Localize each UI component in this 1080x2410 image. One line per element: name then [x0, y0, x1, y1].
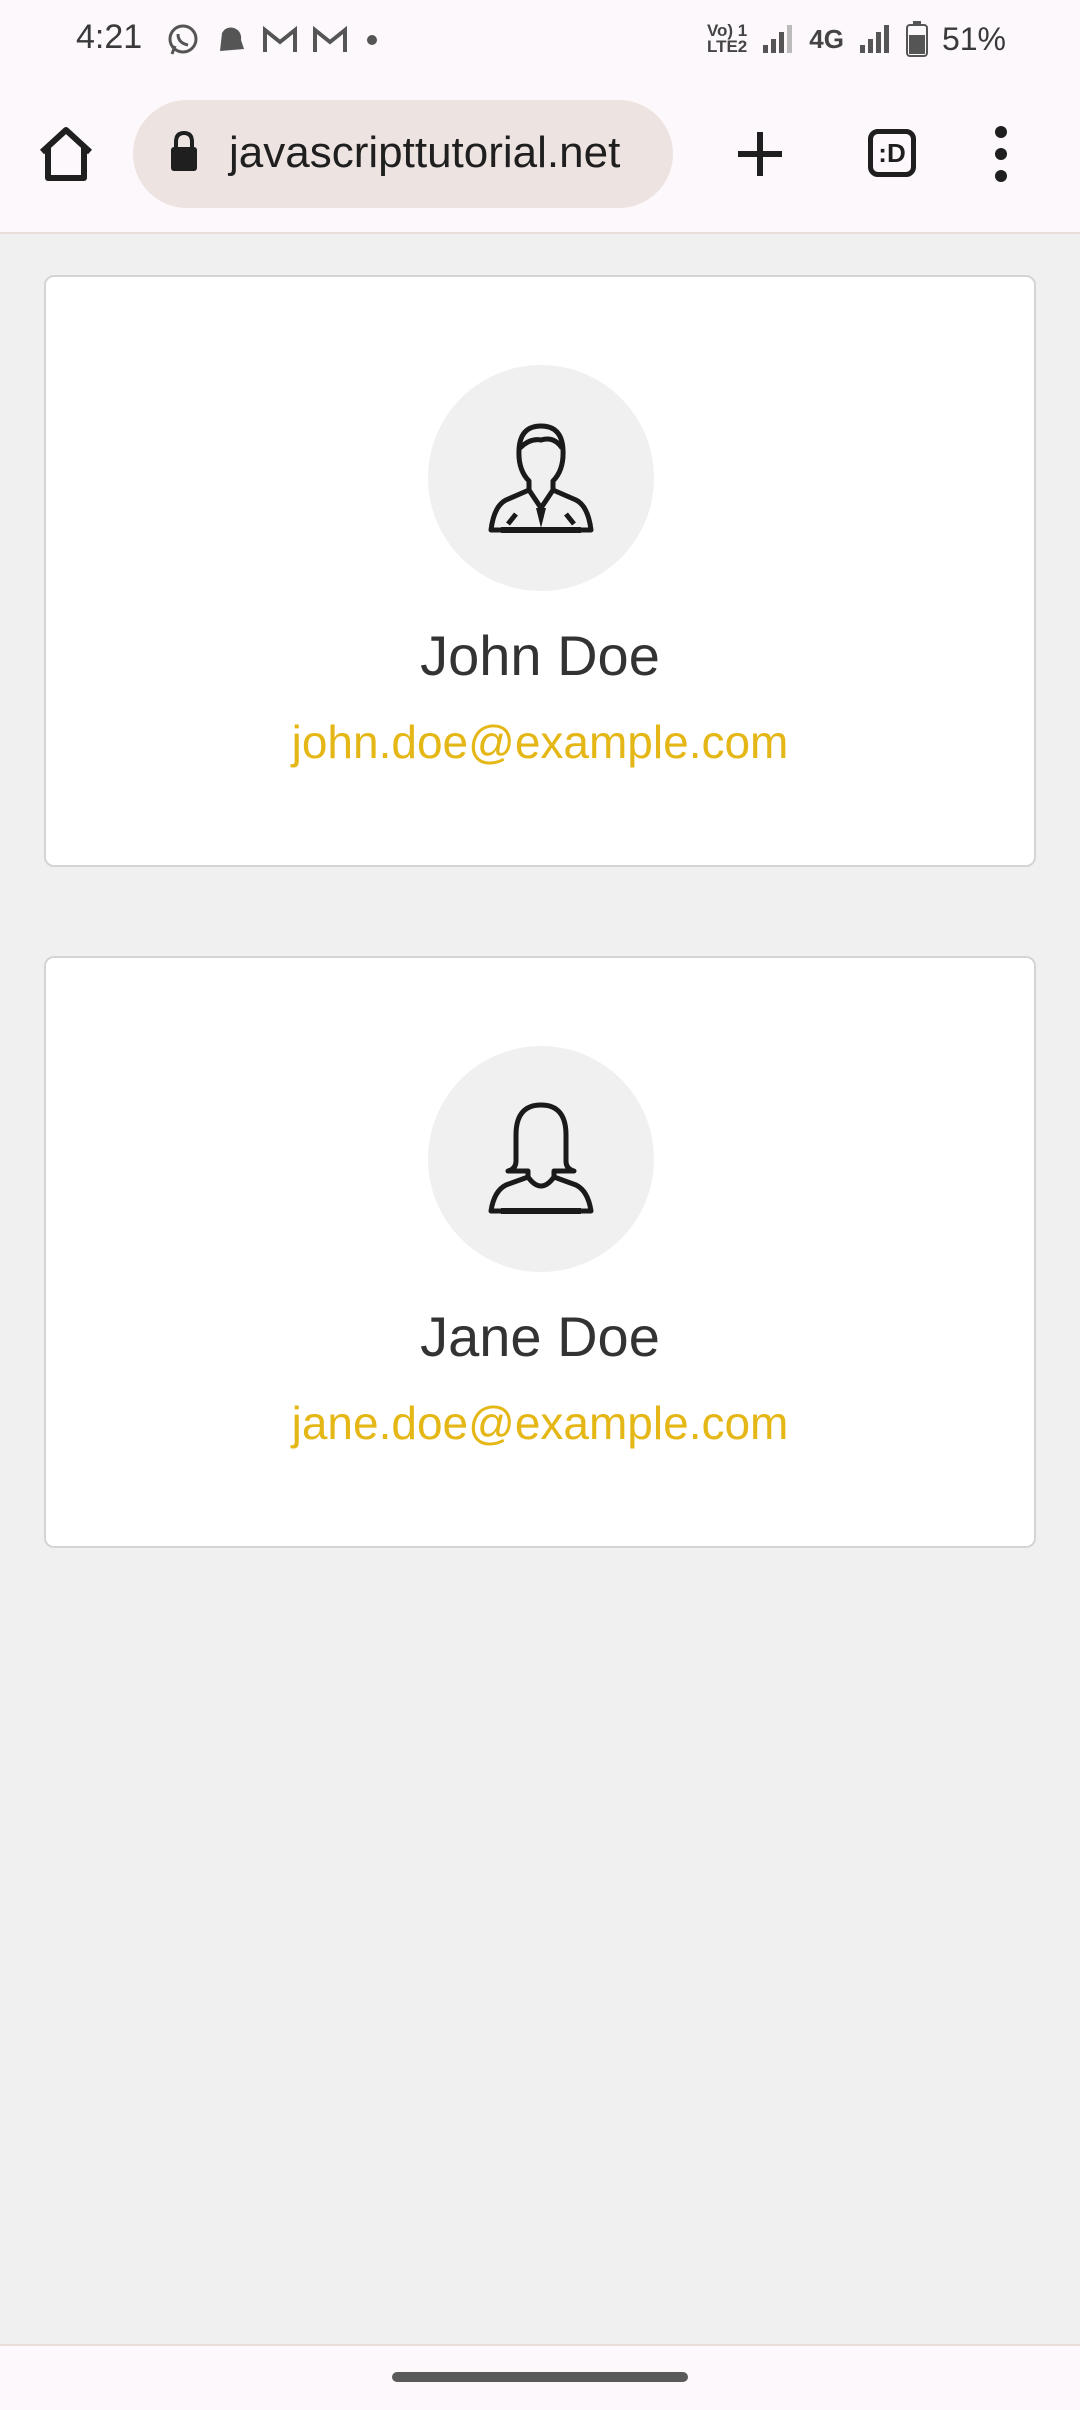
navigation-bar — [0, 2344, 1080, 2410]
gmail-icon — [263, 25, 297, 52]
notification-icons — [166, 20, 382, 60]
system-icons: Vo) 1 LTE2 4G 51% — [707, 18, 1006, 60]
lock-icon[interactable] — [169, 130, 199, 172]
home-icon[interactable] — [36, 124, 96, 184]
notification-icon — [220, 27, 244, 51]
signal-icon — [763, 25, 793, 53]
contact-card: John Doe john.doe@example.com — [44, 275, 1036, 867]
dot-icon — [367, 35, 377, 45]
avatar — [428, 365, 654, 591]
contact-card: Jane Doe jane.doe@example.com — [44, 956, 1036, 1548]
female-user-icon — [488, 1102, 594, 1214]
tab-switcher-button[interactable]: :D — [868, 129, 916, 177]
male-user-icon — [488, 423, 594, 533]
browser-toolbar: javascripttutorial.net :D — [0, 78, 1080, 234]
more-vert-icon[interactable] — [986, 124, 1016, 184]
address-bar[interactable]: javascripttutorial.net — [133, 100, 673, 208]
url-text[interactable]: javascripttutorial.net — [229, 128, 620, 178]
home-gesture-handle[interactable] — [392, 2372, 688, 2382]
network-type: 4G — [809, 23, 844, 54]
contact-email[interactable]: jane.doe@example.com — [46, 1396, 1034, 1450]
avatar — [428, 1046, 654, 1272]
plus-icon[interactable] — [734, 128, 786, 180]
signal-icon — [859, 25, 889, 53]
status-time: 4:21 — [76, 18, 143, 56]
volte-line2: LTE2 — [706, 37, 748, 56]
battery-percent: 51% — [941, 20, 1006, 57]
gmail-icon — [313, 25, 347, 52]
tab-switcher-label: :D — [878, 137, 906, 168]
volte-indicator: Vo) 1 LTE2 — [706, 22, 748, 56]
status-bar: 4:21 Vo) 1 LTE2 4G 51% — [0, 0, 1080, 78]
contact-email[interactable]: john.doe@example.com — [46, 715, 1034, 769]
contact-name: Jane Doe — [420, 1305, 660, 1368]
whatsapp-icon — [168, 24, 198, 55]
battery-icon — [905, 21, 928, 57]
contact-name: John Doe — [420, 624, 660, 687]
